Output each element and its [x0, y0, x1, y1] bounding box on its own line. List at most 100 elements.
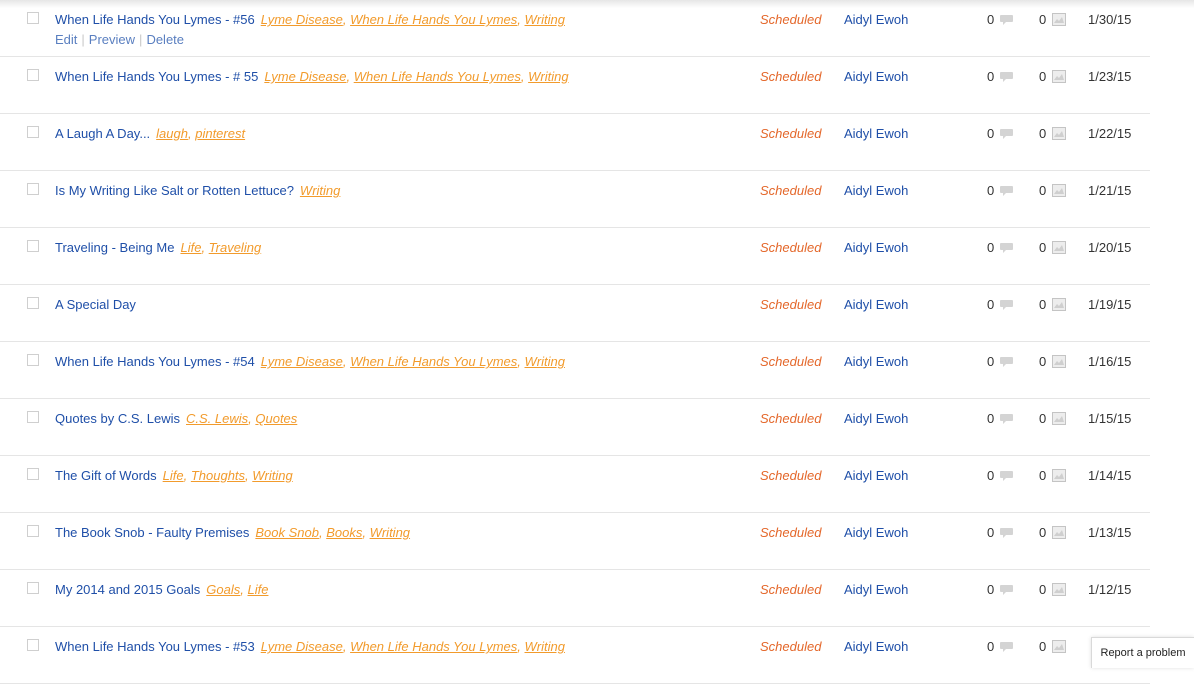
post-title-link[interactable]: Traveling - Being Me	[55, 240, 174, 255]
post-title-link[interactable]: A Special Day	[55, 297, 136, 312]
tag-link[interactable]: Book Snob	[255, 525, 319, 540]
tag-link[interactable]: Thoughts	[191, 468, 245, 483]
tag-link[interactable]: Writing	[300, 183, 340, 198]
title-cell: When Life Hands You Lymes - #53 Lyme Dise…	[55, 639, 565, 655]
post-title-link[interactable]: When Life Hands You Lymes - #56	[55, 12, 255, 27]
post-title-link[interactable]: My 2014 and 2015 Goals	[55, 582, 200, 597]
tag-link[interactable]: laugh	[156, 126, 188, 141]
tag-link[interactable]: When Life Hands You Lymes	[350, 639, 517, 654]
post-title-link[interactable]: Quotes by C.S. Lewis	[55, 411, 180, 426]
preview-link[interactable]: Preview	[89, 32, 135, 47]
image-icon	[1052, 70, 1066, 83]
post-author-link[interactable]: Aidyl Ewoh	[844, 240, 908, 256]
post-author-link[interactable]: Aidyl Ewoh	[844, 354, 908, 370]
post-status: Scheduled	[760, 240, 822, 255]
title-cell: A Laugh A Day... laugh, pinterest	[55, 126, 245, 142]
image-icon	[1052, 469, 1066, 482]
image-icon	[1052, 298, 1066, 311]
tag-link[interactable]: Writing	[525, 639, 565, 654]
title-cell: When Life Hands You Lymes - # 55 Lyme Dis…	[55, 69, 569, 85]
post-date: 1/13/15	[1088, 525, 1132, 540]
post-author-link[interactable]: Aidyl Ewoh	[844, 468, 908, 484]
row-checkbox[interactable]	[27, 468, 39, 480]
row-checkbox[interactable]	[27, 126, 39, 138]
post-title-link[interactable]: The Book Snob - Faulty Premises	[55, 525, 249, 540]
image-count: 0	[1039, 582, 1047, 597]
post-author-link[interactable]: Aidyl Ewoh	[844, 183, 908, 199]
tag-link[interactable]: Traveling	[209, 240, 262, 255]
row-checkbox[interactable]	[27, 411, 39, 423]
post-author-link[interactable]: Aidyl Ewoh	[844, 69, 908, 85]
edit-link[interactable]: Edit	[55, 32, 77, 47]
tag-link[interactable]: Writing	[370, 525, 410, 540]
row-checkbox[interactable]	[27, 240, 39, 252]
tag-link[interactable]: pinterest	[195, 126, 245, 141]
post-author-link[interactable]: Aidyl Ewoh	[844, 297, 908, 313]
tag-link[interactable]: Writing	[525, 354, 565, 369]
image-count: 0	[1039, 525, 1047, 540]
row-checkbox[interactable]	[27, 297, 39, 309]
tag-link[interactable]: Lyme Disease	[261, 639, 343, 654]
post-title-link[interactable]: When Life Hands You Lymes - #54	[55, 354, 255, 369]
tag-link[interactable]: Writing	[252, 468, 292, 483]
post-tags: Life, Traveling	[180, 240, 262, 255]
tag-link[interactable]: Writing	[525, 12, 565, 27]
title-cell: Quotes by C.S. Lewis C.S. Lewis, Quotes	[55, 411, 297, 427]
tag-link[interactable]: Lyme Disease	[261, 12, 343, 27]
post-author-link[interactable]: Aidyl Ewoh	[844, 12, 908, 28]
row-checkbox[interactable]	[27, 582, 39, 594]
tag-link[interactable]: Life	[247, 582, 268, 597]
row-checkbox[interactable]	[27, 183, 39, 195]
image-icon	[1052, 127, 1066, 140]
row-checkbox[interactable]	[27, 12, 39, 24]
image-count: 0	[1039, 12, 1047, 27]
post-author-link[interactable]: Aidyl Ewoh	[844, 639, 908, 655]
row-checkbox[interactable]	[27, 354, 39, 366]
title-cell: When Life Hands You Lymes - #54 Lyme Dise…	[55, 354, 565, 370]
row-checkbox[interactable]	[27, 69, 39, 81]
tag-link[interactable]: Lyme Disease	[261, 354, 343, 369]
tag-link[interactable]: Quotes	[255, 411, 297, 426]
tag-link[interactable]: Lyme Disease	[264, 69, 346, 84]
post-tags: C.S. Lewis, Quotes	[186, 411, 298, 426]
tag-link[interactable]: When Life Hands You Lymes	[350, 12, 517, 27]
comment-bubble-icon	[1000, 642, 1013, 652]
tag-link[interactable]: Life	[163, 468, 184, 483]
title-cell: Traveling - Being Me Life, Traveling	[55, 240, 261, 256]
post-author-link[interactable]: Aidyl Ewoh	[844, 126, 908, 142]
comment-bubble-icon	[1000, 414, 1013, 424]
post-title-link[interactable]: A Laugh A Day...	[55, 126, 150, 141]
post-tags: Goals, Life	[206, 582, 269, 597]
post-status: Scheduled	[760, 411, 822, 426]
row-checkbox[interactable]	[27, 639, 39, 651]
post-author-link[interactable]: Aidyl Ewoh	[844, 525, 908, 541]
comment-bubble-icon	[1000, 129, 1013, 139]
post-title-link[interactable]: When Life Hands You Lymes - #53	[55, 639, 255, 654]
image-count: 0	[1039, 69, 1047, 84]
tag-link[interactable]: When Life Hands You Lymes	[350, 354, 517, 369]
comment-bubble-icon	[1000, 357, 1013, 367]
tag-link[interactable]: Books	[326, 525, 362, 540]
tag-link[interactable]: Writing	[528, 69, 568, 84]
post-title-link[interactable]: Is My Writing Like Salt or Rotten Lettuc…	[55, 183, 294, 198]
post-author-link[interactable]: Aidyl Ewoh	[844, 411, 908, 427]
delete-link[interactable]: Delete	[146, 32, 184, 47]
image-count: 0	[1039, 297, 1047, 312]
tag-link[interactable]: C.S. Lewis	[186, 411, 248, 426]
tag-link[interactable]: Goals	[206, 582, 240, 597]
comment-count: 0	[987, 468, 995, 483]
post-status: Scheduled	[760, 354, 822, 369]
row-checkbox[interactable]	[27, 525, 39, 537]
post-title-link[interactable]: When Life Hands You Lymes - # 55	[55, 69, 258, 84]
title-cell: A Special Day	[55, 297, 142, 313]
post-title-link[interactable]: The Gift of Words	[55, 468, 157, 483]
comment-count: 0	[987, 12, 995, 27]
report-problem-button[interactable]: Report a problem	[1091, 637, 1194, 668]
post-author-link[interactable]: Aidyl Ewoh	[844, 582, 908, 598]
comment-bubble-icon	[1000, 72, 1013, 82]
action-separator: |	[139, 32, 143, 47]
tag-link[interactable]: Life	[180, 240, 201, 255]
title-cell: When Life Hands You Lymes - #56 Lyme Dise…	[55, 12, 565, 28]
tag-link[interactable]: When Life Hands You Lymes	[354, 69, 521, 84]
post-tags: Lyme Disease, When Life Hands You Lymes,…	[264, 69, 569, 84]
